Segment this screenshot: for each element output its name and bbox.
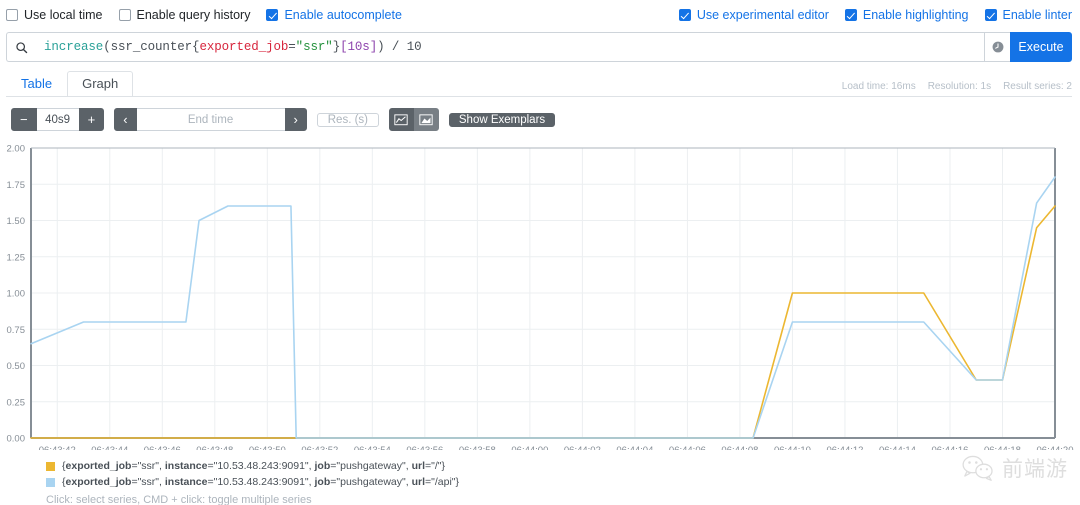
line-chart-icon[interactable] xyxy=(388,108,414,131)
svg-text:06:43:54: 06:43:54 xyxy=(354,445,391,450)
previous-time-button[interactable]: ‹ xyxy=(114,108,137,131)
query-token-label: exported_job xyxy=(199,40,289,54)
chart-type-toggle-group xyxy=(388,108,439,131)
option-use-experimental-editor[interactable]: Use experimental editor xyxy=(678,8,829,22)
svg-text:06:43:56: 06:43:56 xyxy=(406,445,443,450)
options-bar: Use local time Enable query history Enab… xyxy=(0,0,1080,30)
graph-controls: − 40s9 + ‹ End time › Res. (s) Show Exem… xyxy=(11,108,1080,131)
svg-text:06:44:02: 06:44:02 xyxy=(564,445,601,450)
option-enable-highlighting[interactable]: Enable highlighting xyxy=(844,8,969,22)
query-expression: increase(ssr_counter{exported_job="ssr"}… xyxy=(44,40,422,54)
result-series-text: Result series: 2 xyxy=(1003,81,1072,92)
stacked-chart-icon[interactable] xyxy=(413,108,439,131)
query-token-number: 10 xyxy=(406,40,422,54)
graph-chart[interactable]: 0.00 0.25 0.50 0.75 1.00 1.25 1.50 1.75 2.00 06:4… xyxy=(0,140,1080,451)
svg-text:06:43:58: 06:43:58 xyxy=(459,445,496,450)
svg-text:06:44:06: 06:44:06 xyxy=(669,445,706,450)
tab-graph[interactable]: Graph xyxy=(67,71,134,97)
svg-text:1.75: 1.75 xyxy=(7,180,26,191)
svg-text:06:44:10: 06:44:10 xyxy=(774,445,811,450)
range-input[interactable]: 40s9 xyxy=(36,108,79,131)
enable-linter-checkbox[interactable] xyxy=(984,9,997,21)
svg-text:1.00: 1.00 xyxy=(7,289,26,300)
svg-text:06:44:18: 06:44:18 xyxy=(984,445,1021,450)
history-clock-icon[interactable] xyxy=(984,32,1010,62)
use-local-time-checkbox[interactable] xyxy=(6,9,18,21)
svg-text:0.50: 0.50 xyxy=(7,361,26,372)
use-local-time-label: Use local time xyxy=(24,8,103,22)
enable-highlighting-label: Enable highlighting xyxy=(862,8,969,22)
svg-text:06:43:50: 06:43:50 xyxy=(249,445,286,450)
option-use-local-time[interactable]: Use local time xyxy=(6,8,103,22)
svg-text:06:44:16: 06:44:16 xyxy=(931,445,968,450)
svg-text:0.25: 0.25 xyxy=(7,397,26,408)
legend-swatch-url-api xyxy=(46,477,55,487)
svg-text:06:43:44: 06:43:44 xyxy=(91,445,128,450)
search-icon xyxy=(6,32,36,62)
enable-query-history-checkbox[interactable] xyxy=(118,9,131,21)
enable-autocomplete-label: Enable autocomplete xyxy=(284,8,402,22)
option-enable-autocomplete[interactable]: Enable autocomplete xyxy=(266,8,402,22)
svg-text:06:44:20: 06:44:20 xyxy=(1037,445,1074,450)
execute-button[interactable]: Execute xyxy=(1010,32,1072,62)
load-time-text: Load time: 16ms xyxy=(841,81,916,92)
legend-item-url-root[interactable]: {exported_job="ssr", instance="10.53.48.… xyxy=(46,460,1080,472)
legend-label-url-root: {exported_job="ssr", instance="10.53.48.… xyxy=(62,460,445,472)
svg-text:1.25: 1.25 xyxy=(7,252,26,263)
use-experimental-editor-checkbox[interactable] xyxy=(678,9,691,21)
svg-text:0.00: 0.00 xyxy=(7,434,26,445)
prometheus-graph-page: Use local time Enable query history Enab… xyxy=(0,0,1080,505)
query-token-eq: = xyxy=(288,40,296,54)
end-time-group: ‹ End time › xyxy=(114,108,307,131)
svg-text:2.00: 2.00 xyxy=(7,144,26,155)
query-row: increase(ssr_counter{exported_job="ssr"}… xyxy=(6,32,1072,62)
query-input[interactable]: increase(ssr_counter{exported_job="ssr"}… xyxy=(36,32,984,62)
svg-text:06:43:42: 06:43:42 xyxy=(39,445,76,450)
svg-text:06:44:08: 06:44:08 xyxy=(721,445,758,450)
next-time-button[interactable]: › xyxy=(284,108,307,131)
result-tabs-row: Table Graph Load time: 16ms Resolution: … xyxy=(6,70,1072,97)
chart-legend: {exported_job="ssr", instance="10.53.48.… xyxy=(46,460,1080,488)
enable-query-history-label: Enable query history xyxy=(136,8,251,22)
decrease-range-button[interactable]: − xyxy=(11,108,37,131)
svg-text:06:44:12: 06:44:12 xyxy=(826,445,863,450)
enable-highlighting-checkbox[interactable] xyxy=(844,9,857,21)
use-experimental-editor-label: Use experimental editor xyxy=(696,8,829,22)
svg-text:06:44:14: 06:44:14 xyxy=(879,445,916,450)
query-token-plain-1: (ssr_counter{ xyxy=(103,40,200,54)
tab-table[interactable]: Table xyxy=(6,71,67,97)
end-time-input[interactable]: End time xyxy=(136,108,285,131)
legend-label-url-api: {exported_job="ssr", instance="10.53.48.… xyxy=(62,476,460,488)
svg-text:06:43:52: 06:43:52 xyxy=(301,445,338,450)
svg-text:0.75: 0.75 xyxy=(7,325,26,336)
enable-linter-label: Enable linter xyxy=(1002,8,1073,22)
query-token-brace: } xyxy=(332,40,341,54)
query-token-string: "ssr" xyxy=(295,40,333,54)
range-input-group: − 40s9 + xyxy=(11,108,105,131)
option-enable-query-history[interactable]: Enable query history xyxy=(118,8,251,22)
legend-hint: Click: select series, CMD + click: toggl… xyxy=(46,494,312,505)
option-enable-linter[interactable]: Enable linter xyxy=(984,8,1073,22)
resolution-text: Resolution: 1s xyxy=(927,81,992,92)
svg-text:06:43:46: 06:43:46 xyxy=(144,445,181,450)
enable-autocomplete-checkbox[interactable] xyxy=(266,9,279,21)
svg-text:06:44:04: 06:44:04 xyxy=(616,445,653,450)
svg-text:06:43:48: 06:43:48 xyxy=(196,445,233,450)
increase-range-button[interactable]: + xyxy=(78,108,105,131)
legend-swatch-url-root xyxy=(46,461,55,471)
query-token-fn: increase xyxy=(44,40,104,54)
query-meta: Load time: 16ms Resolution: 1s Result se… xyxy=(842,81,1072,92)
svg-text:06:44:00: 06:44:00 xyxy=(511,445,548,450)
resolution-input[interactable]: Res. (s) xyxy=(316,112,379,127)
query-token-div: ) / xyxy=(377,40,407,54)
svg-text:1.50: 1.50 xyxy=(7,216,26,227)
query-token-duration: [10s] xyxy=(340,40,378,54)
legend-item-url-api[interactable]: {exported_job="ssr", instance="10.53.48.… xyxy=(46,476,1080,488)
chart-svg: 0.00 0.25 0.50 0.75 1.00 1.25 1.50 1.75 2.00 06:4… xyxy=(7,144,1074,451)
tabs-underline xyxy=(6,96,1072,97)
show-exemplars-button[interactable]: Show Exemplars xyxy=(448,112,556,127)
